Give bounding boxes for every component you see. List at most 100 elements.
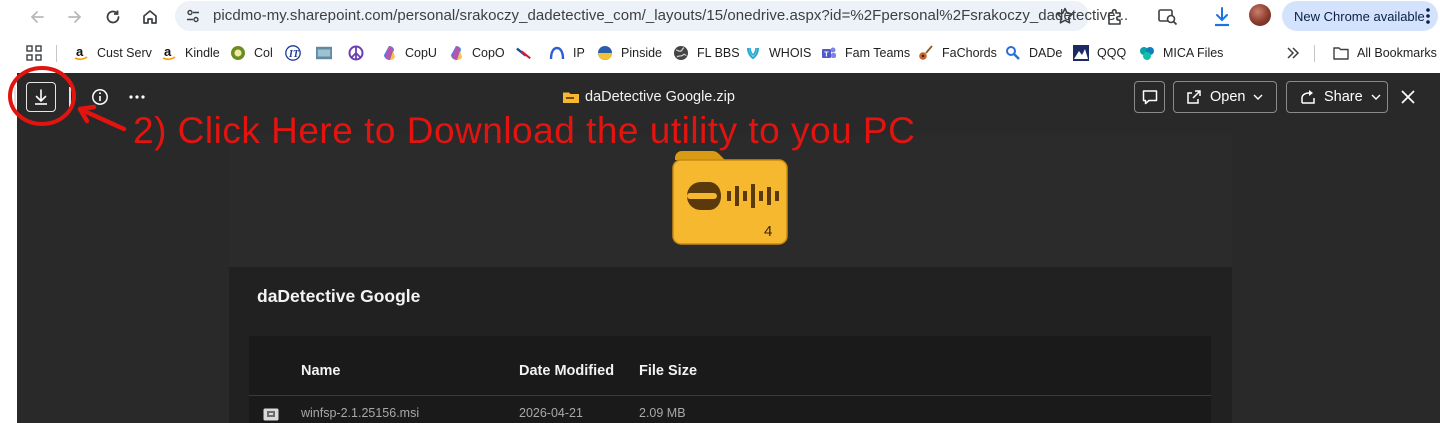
preview-header: 4 [229,135,1232,267]
globe-icon [673,45,689,61]
bookmark-label: WHOIS [769,46,812,60]
bookmark-copo[interactable]: CopO [448,44,505,62]
download-icon[interactable] [1209,4,1235,30]
file-name-cell[interactable]: winfsp-2.1.25156.msi [301,406,419,420]
update-label: New Chrome available [1294,8,1425,24]
open-button[interactable]: Open [1173,81,1277,113]
open-label: Open [1210,89,1246,105]
folder-preview: 4 daDetective Google Name Date Modified … [229,135,1232,423]
back-icon[interactable] [24,4,50,30]
column-header-name[interactable]: Name [301,363,341,379]
forward-icon[interactable] [62,4,88,30]
lens-icon[interactable] [1155,4,1181,30]
toolbar-divider [14,87,16,107]
bookmark-mica-files[interactable]: MICA Files [1139,44,1223,62]
column-header-file-size[interactable]: File Size [639,363,697,379]
bookmark-label: Col [254,46,273,60]
zip-folder-large-icon: 4 [672,151,788,245]
bookmark-whois[interactable]: WHOIS [745,44,811,62]
pinside-icon [597,45,613,61]
share-label: Share [1324,89,1363,105]
bookmark-label: Cust Serv [97,46,152,60]
bookmark-italic[interactable]: IT [285,44,309,62]
bookmark-divider [1314,45,1315,62]
extensions-icon[interactable] [1102,4,1128,30]
all-bookmarks-button[interactable]: All Bookmarks [1333,44,1437,62]
bookmark-label: QQQ [1097,46,1127,60]
files-table: Name Date Modified File Size winfsp-2.1.… [249,336,1211,423]
col-icon [230,45,246,61]
bookmark-peace[interactable] [348,44,372,62]
bookmark-label: CopO [472,46,505,60]
site-settings-icon[interactable] [185,8,201,24]
viewer-title: daDetective Google.zip [563,87,735,107]
apps-grid-icon[interactable] [26,44,42,62]
reload-icon[interactable] [100,4,126,30]
bookmark-divider [56,45,57,62]
bookmark-fachords[interactable]: FaChords [918,44,997,62]
bookmark-star-icon[interactable] [1055,6,1075,26]
teams-icon: T [821,45,837,61]
guitar-icon [918,45,934,61]
more-vert-icon [1426,8,1430,24]
close-icon[interactable] [1397,86,1419,108]
home-icon[interactable] [137,4,163,30]
svg-text:a: a [76,45,84,59]
url-text[interactable]: picdmo-my.sharepoint.com/personal/srakoc… [213,7,1128,24]
more-horizontal-icon[interactable] [126,86,148,108]
bookmark-fam-teams[interactable]: T Fam Teams [821,44,910,62]
share-icon [1301,90,1315,104]
bookmark-ip[interactable]: IP [549,44,585,62]
address-bar[interactable]: picdmo-my.sharepoint.com/personal/srakoc… [175,1,1128,31]
copilot-icon [381,45,397,61]
bookmark-image[interactable] [316,44,340,62]
download-button[interactable] [26,82,56,112]
bookmark-label: IP [573,46,585,60]
comment-icon [1142,90,1157,105]
bookmark-label: Fam Teams [845,46,911,60]
info-icon[interactable] [89,86,111,108]
file-date-cell: 2026-04-21 [519,406,583,420]
airline-icon [516,45,532,61]
bookmark-kindle[interactable]: a Kindle [161,44,220,62]
msi-file-icon [263,408,279,421]
dade-icon [1005,45,1021,61]
peace-icon [348,45,364,61]
bookmark-label: FL BBS [697,46,740,60]
file-size-cell: 2.09 MB [639,406,686,420]
bookmark-col[interactable]: Col [230,44,273,62]
mica-icon [1139,45,1155,61]
folder-icon [1333,45,1349,61]
file-title: daDetective Google.zip [585,89,735,105]
bookmark-pinside[interactable]: Pinside [597,44,662,62]
svg-text:T: T [824,52,829,59]
bookmarks-bar: a Cust Serv a Kindle Col IT CopU CopO IP… [0,34,1440,73]
bookmark-qqq[interactable]: QQQ [1073,44,1126,62]
bookmark-airline[interactable] [516,44,540,62]
bookmark-label: FaChords [942,46,997,60]
whois-icon [745,45,761,61]
bookmark-copu[interactable]: CopU [381,44,437,62]
italic-icon: IT [285,45,301,61]
chevron-double-right-icon[interactable] [1286,44,1300,62]
header-divider [249,395,1211,396]
amazon-icon: a [73,45,89,61]
profile-avatar[interactable] [1249,4,1271,26]
bookmark-label: Pinside [621,46,662,60]
chevron-down-icon [1253,94,1263,100]
folder-name: daDetective Google [257,286,421,306]
browser-toolbar: picdmo-my.sharepoint.com/personal/srakoc… [0,0,1440,34]
bookmark-dade[interactable]: DADe [1005,44,1062,62]
comments-button[interactable] [1134,81,1165,113]
zip-folder-icon [563,92,579,103]
copilot-icon [448,45,464,61]
bookmark-cust-serv[interactable]: a Cust Serv [73,44,152,62]
bookmark-label: CopU [405,46,437,60]
toolbar-divider [69,87,71,107]
amazon-icon: a [161,45,177,61]
share-button[interactable]: Share [1286,81,1388,113]
arc-icon [549,45,565,61]
update-chrome-button[interactable]: New Chrome available [1282,1,1438,31]
bookmark-fl-bbs[interactable]: FL BBS [673,44,740,62]
column-header-date-modified[interactable]: Date Modified [519,363,614,379]
